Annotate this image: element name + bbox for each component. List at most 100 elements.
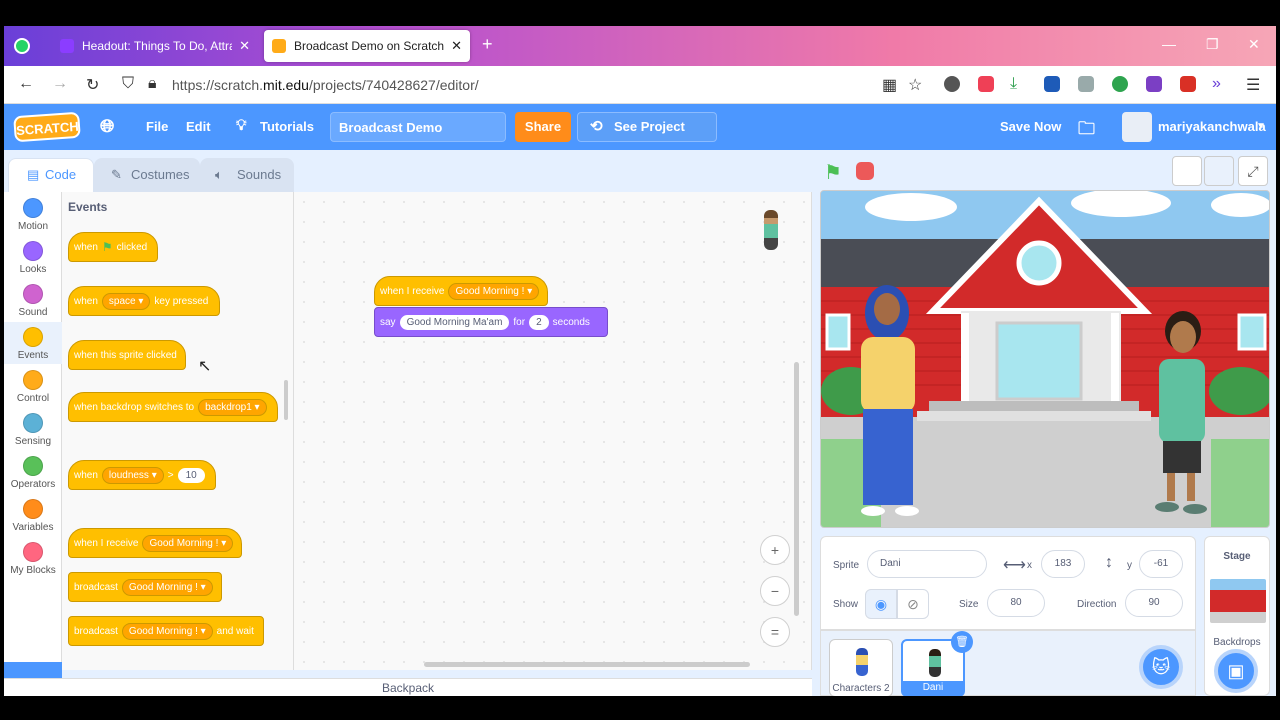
broadcast-wait-message-dropdown[interactable]: Good Morning ! ▾: [121, 622, 213, 640]
extension-icon[interactable]: [1078, 76, 1094, 92]
download-icon[interactable]: ⤓: [1010, 75, 1017, 93]
username-menu[interactable]: mariyakanchwala: [1158, 119, 1266, 134]
say-text-input[interactable]: Good Morning Ma'am: [399, 314, 510, 330]
palette-scrollbar[interactable]: [284, 380, 288, 420]
workspace-horizontal-scrollbar[interactable]: [424, 662, 750, 667]
backpack[interactable]: Backpack: [4, 678, 812, 696]
show-hidden-eye-icon[interactable]: ⊘: [897, 589, 929, 619]
block-when-backdrop-switches[interactable]: when backdrop switches to backdrop1 ▾: [68, 392, 278, 422]
category-my-blocks[interactable]: My Blocks: [4, 542, 62, 576]
hamburger-menu-icon[interactable]: ☰: [1246, 75, 1260, 95]
zoom-in-button[interactable]: +: [760, 535, 790, 565]
block-when-sprite-clicked[interactable]: when this sprite clicked: [68, 340, 186, 370]
add-sprite-button[interactable]: 🐱︎: [1139, 645, 1183, 689]
save-now-button[interactable]: Save Now: [1000, 119, 1061, 134]
seconds-input[interactable]: 2: [529, 314, 549, 330]
tutorials-menu[interactable]: Tutorials: [260, 119, 314, 134]
script-say-for-seconds[interactable]: say Good Morning Ma'am for 2 seconds: [374, 307, 608, 337]
category-motion[interactable]: Motion: [4, 198, 62, 232]
tab-scratch[interactable]: Broadcast Demo on Scratch ✕: [264, 30, 470, 62]
stage-selector-pane[interactable]: Stage Backdrops ▣: [1204, 536, 1270, 696]
see-project-page-button[interactable]: ⟲ See Project Page: [577, 112, 717, 162]
block-when-i-receive[interactable]: when I receive Good Morning ! ▾: [68, 528, 242, 558]
restore-icon[interactable]: ❐: [1206, 36, 1219, 53]
shield-icon[interactable]: ⛉: [122, 75, 134, 93]
block-when-flag-clicked[interactable]: when ⚑ clicked: [68, 232, 158, 262]
block-broadcast[interactable]: broadcast Good Morning ! ▾: [68, 572, 222, 602]
size-input[interactable]: 80: [987, 589, 1045, 617]
sprite-name-input[interactable]: Dani: [867, 550, 987, 578]
project-title-input[interactable]: Broadcast Demo: [330, 112, 506, 142]
forward-icon[interactable]: →: [52, 75, 68, 93]
small-stage-icon[interactable]: [1172, 156, 1202, 186]
avatar[interactable]: [1122, 112, 1152, 142]
show-visible-eye-icon[interactable]: ◉: [865, 589, 897, 619]
extension-icon[interactable]: [944, 76, 960, 92]
stop-icon[interactable]: [856, 162, 874, 180]
loudness-dropdown[interactable]: loudness ▾: [101, 466, 164, 484]
sprite-thumbnail-icon: [929, 649, 941, 677]
category-variables[interactable]: Variables: [4, 499, 62, 533]
zoom-out-button[interactable]: −: [760, 576, 790, 606]
receive-message-dropdown[interactable]: Good Morning ! ▾: [142, 534, 234, 552]
delete-sprite-trash-icon[interactable]: 🗑︎: [951, 631, 973, 653]
extension-icon[interactable]: [1146, 76, 1162, 92]
more-tools-icon[interactable]: »: [1212, 75, 1221, 93]
back-icon[interactable]: ←: [18, 75, 34, 93]
category-sensing[interactable]: Sensing: [4, 413, 62, 447]
tab-costumes[interactable]: ✎ Costumes: [94, 158, 200, 192]
qr-icon[interactable]: ▦: [882, 75, 897, 95]
tab-sounds[interactable]: 🔈︎ Sounds: [200, 158, 294, 192]
block-broadcast-and-wait[interactable]: broadcast Good Morning ! ▾ and wait: [68, 616, 264, 646]
globe-icon[interactable]: 🌐︎: [100, 116, 114, 137]
close-tab-icon[interactable]: ✕: [239, 38, 250, 54]
whatsapp-icon[interactable]: [14, 38, 30, 54]
minimize-icon[interactable]: —: [1162, 36, 1176, 52]
category-control[interactable]: Control: [4, 370, 62, 404]
edit-menu[interactable]: Edit: [186, 119, 211, 134]
x-position-input[interactable]: 183: [1041, 550, 1085, 578]
mail-icon[interactable]: [1180, 76, 1196, 92]
normal-stage-icon[interactable]: [1204, 156, 1234, 186]
script-receive-dropdown[interactable]: Good Morning ! ▾: [448, 282, 540, 300]
zoom-reset-button[interactable]: =: [760, 617, 790, 647]
close-tab-icon[interactable]: ✕: [451, 38, 462, 54]
category-events[interactable]: Events: [4, 322, 62, 364]
add-backdrop-button[interactable]: ▣: [1214, 649, 1258, 693]
block-when-key-pressed[interactable]: when space ▾ key pressed: [68, 286, 220, 316]
block-when-loudness[interactable]: when loudness ▾ > 10: [68, 460, 216, 490]
broadcast-message-dropdown[interactable]: Good Morning ! ▾: [121, 578, 213, 596]
my-stuff-folder-icon[interactable]: 🗀: [1078, 116, 1095, 145]
url-text[interactable]: https://scratch.mit.edu/projects/7404286…: [172, 77, 479, 93]
tab-label: Headout: Things To Do, Attracti: [82, 39, 232, 53]
category-operators[interactable]: Operators: [4, 456, 62, 490]
loudness-value-input[interactable]: 10: [177, 467, 205, 483]
pocket-icon[interactable]: [978, 76, 994, 92]
green-flag-icon[interactable]: ⚑: [824, 160, 842, 185]
tab-code[interactable]: ▤ Code: [8, 158, 94, 192]
code-workspace[interactable]: when I receive Good Morning ! ▾ say Good…: [294, 192, 812, 670]
file-menu[interactable]: File: [146, 119, 168, 134]
new-tab-button[interactable]: +: [482, 34, 493, 55]
category-looks[interactable]: Looks: [4, 241, 62, 275]
direction-input[interactable]: 90: [1125, 589, 1183, 617]
tab-headout[interactable]: Headout: Things To Do, Attracti ✕: [52, 30, 258, 62]
category-sound[interactable]: Sound: [4, 284, 62, 318]
reload-icon[interactable]: ↻: [86, 75, 99, 95]
fullscreen-icon[interactable]: ⤢: [1238, 156, 1268, 186]
key-dropdown[interactable]: space ▾: [101, 292, 151, 310]
chevron-down-icon[interactable]: ▼: [1256, 121, 1266, 132]
close-window-icon[interactable]: ✕: [1248, 36, 1260, 53]
sprite-name-label: Characters 2: [832, 683, 890, 694]
y-position-input[interactable]: -61: [1139, 550, 1183, 578]
sprite-tile-characters-2[interactable]: Characters 2: [829, 639, 893, 697]
script-when-i-receive[interactable]: when I receive Good Morning ! ▾: [374, 276, 548, 306]
star-icon[interactable]: ☆: [908, 75, 922, 95]
backdrop-dropdown[interactable]: backdrop1 ▾: [198, 398, 267, 416]
extension-icon[interactable]: [1112, 76, 1128, 92]
share-button[interactable]: Share: [515, 112, 571, 142]
scratch-logo[interactable]: SCRATCH: [13, 111, 81, 143]
workspace-vertical-scrollbar[interactable]: [794, 362, 799, 616]
extension-icon[interactable]: [1044, 76, 1060, 92]
stage-canvas[interactable]: [820, 190, 1270, 528]
